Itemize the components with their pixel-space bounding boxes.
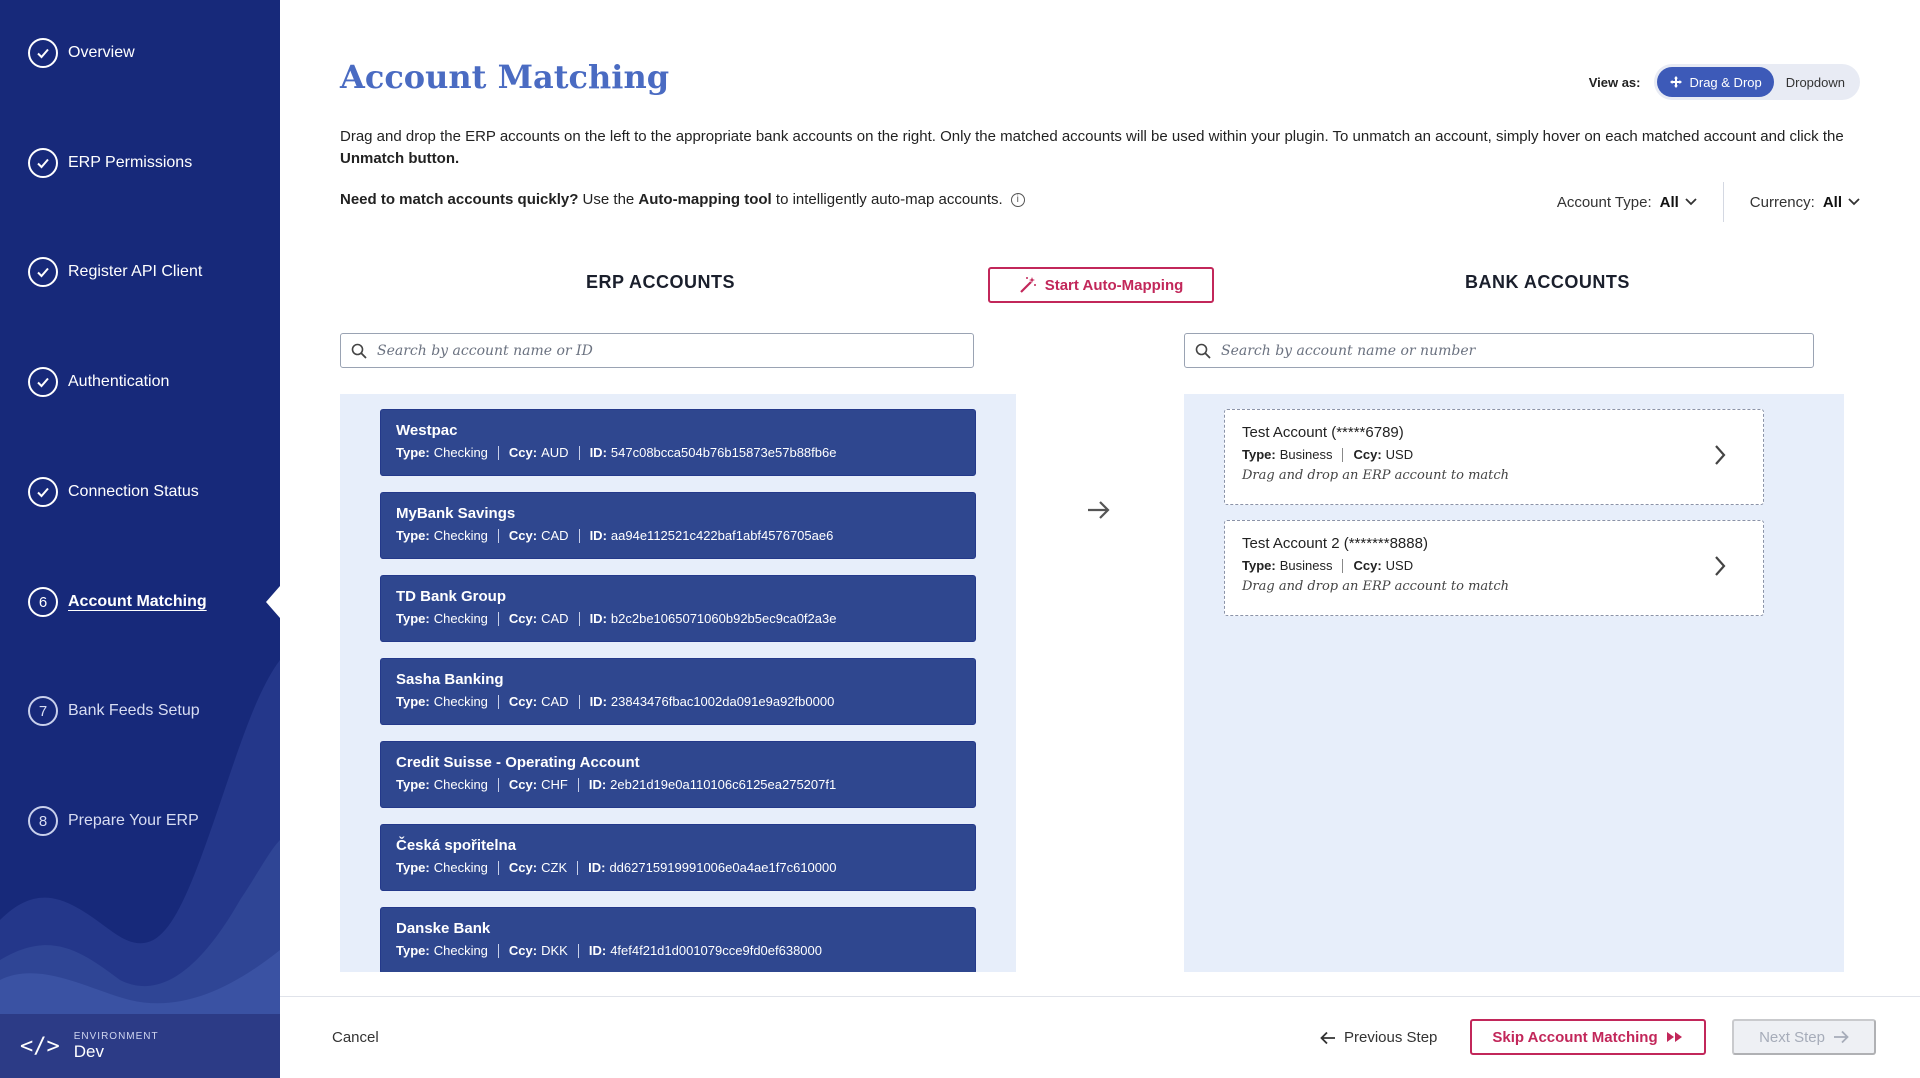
chevron-right-icon[interactable] [1713, 444, 1727, 466]
bank-account-drop-target[interactable]: Test Account 2 (*******8888) Type: Busine… [1224, 520, 1764, 616]
nav-item-erp-permissions[interactable]: ERP Permissions [28, 147, 192, 179]
bank-account-meta: Type: Business Ccy: USD [1242, 558, 1414, 573]
erp-account-card[interactable]: MyBank Savings Type: Checking Ccy: CAD ID:… [380, 492, 976, 559]
drop-hint: Drag and drop an ERP account to match [1242, 468, 1510, 483]
erp-account-meta: Type: Checking Ccy: DKK ID: 4fef4f21d1d0010… [396, 943, 822, 958]
erp-search-input[interactable] [377, 342, 937, 359]
previous-step-button[interactable]: Previous Step [1320, 1029, 1437, 1046]
step-number-badge: 6 [28, 587, 58, 617]
erp-account-name: Sasha Banking [396, 671, 504, 688]
erp-account-card[interactable]: Credit Suisse - Operating Account Type: C… [380, 741, 976, 808]
account-type-filter[interactable]: Account Type: All [1557, 194, 1697, 211]
view-option-dropdown[interactable]: Dropdown [1774, 67, 1857, 97]
nav-item-label: Account Matching [68, 593, 207, 610]
bank-account-name: Test Account 2 (*******8888) [1242, 535, 1428, 552]
erp-account-card[interactable]: Danske Bank Type: Checking Ccy: DKK ID: 4fe… [380, 907, 976, 972]
search-icon [351, 343, 367, 359]
check-circle-icon [28, 148, 58, 178]
arrow-right-icon [1088, 501, 1110, 519]
filter-divider [1722, 182, 1724, 222]
wizard-footer: Cancel Previous Step Skip Account Matchi… [280, 996, 1920, 1078]
nav-item-label: Register API Client [68, 263, 203, 280]
nav-item-label: Bank Feeds Setup [68, 702, 200, 719]
magic-wand-icon [1019, 277, 1036, 293]
erp-account-name: TD Bank Group [396, 588, 507, 605]
erp-account-name: Danske Bank [396, 920, 491, 937]
step-number-badge: 7 [28, 696, 58, 726]
nav-item-bank-feeds-setup[interactable]: 7 Bank Feeds Setup [28, 695, 200, 727]
nav-item-label: Connection Status [68, 483, 199, 500]
erp-account-name: MyBank Savings [396, 505, 516, 522]
filters-bar: Account Type: All Currency: All [1557, 180, 1860, 224]
start-auto-mapping-button[interactable]: Start Auto-Mapping [988, 267, 1214, 303]
drop-hint: Drag and drop an ERP account to match [1242, 579, 1510, 594]
view-as-label: View as: [1588, 74, 1641, 90]
bank-accounts-list: Test Account (*****6789) Type: Business C… [1184, 394, 1844, 972]
environment-indicator: </> ENVIRONMENT Dev [0, 1014, 280, 1078]
nav-item-overview[interactable]: Overview [28, 37, 135, 69]
arrow-right-icon [1833, 1030, 1849, 1044]
nav-item-connection-status[interactable]: Connection Status [28, 476, 199, 508]
page-title: Account Matching [340, 58, 670, 96]
skip-account-matching-button[interactable]: Skip Account Matching [1470, 1019, 1706, 1055]
erp-account-meta: Type: Checking Ccy: AUD ID: 547c08bcca504b7… [396, 445, 837, 460]
erp-accounts-list[interactable]: Westpac Type: Checking Ccy: AUD ID: 547c08b… [340, 394, 1016, 972]
erp-account-meta: Type: Checking Ccy: CHF ID: 2eb21d19e0a1101… [396, 777, 837, 792]
nav-item-prepare-your-erp[interactable]: 8 Prepare Your ERP [28, 805, 199, 837]
bank-account-name: Test Account (*****6789) [1242, 424, 1404, 441]
bank-search-input[interactable] [1221, 342, 1778, 359]
view-as-control: View as: Drag & Drop Dropdown [1589, 64, 1860, 100]
chevron-right-icon[interactable] [1713, 555, 1727, 577]
bank-accounts-heading: BANK ACCOUNTS [1465, 272, 1630, 292]
bank-account-drop-target[interactable]: Test Account (*****6789) Type: Business C… [1224, 409, 1764, 505]
cancel-button[interactable]: Cancel [332, 1029, 379, 1046]
move-icon [1670, 76, 1683, 88]
erp-account-name: Westpac [396, 422, 458, 439]
erp-account-meta: Type: Checking Ccy: CAD ID: b2c2be106507106… [396, 611, 837, 626]
erp-account-card[interactable]: Česká spořitelna Type: Checking Ccy: CZK I… [380, 824, 976, 891]
view-option-drag-drop[interactable]: Drag & Drop [1657, 67, 1774, 97]
check-circle-icon [28, 257, 58, 287]
chevron-down-icon [1848, 198, 1860, 206]
check-circle-icon [28, 367, 58, 397]
main-content: Account Matching View as: Drag & Drop Dr… [280, 0, 1920, 1078]
bank-account-meta: Type: Business Ccy: USD [1242, 447, 1414, 462]
erp-account-meta: Type: Checking Ccy: CAD ID: 23843476fbac100… [396, 694, 835, 709]
next-step-button[interactable]: Next Step [1732, 1019, 1876, 1055]
erp-search [340, 333, 974, 368]
erp-account-name: Česká spořitelna [396, 837, 517, 854]
check-circle-icon [28, 38, 58, 68]
search-icon [1195, 343, 1211, 359]
active-step-pointer [266, 586, 280, 618]
nav-item-label: Overview [68, 44, 135, 61]
nav-item-authentication[interactable]: Authentication [28, 366, 169, 398]
erp-account-meta: Type: Checking Ccy: CZK ID: dd6271591999100… [396, 860, 837, 875]
erp-account-name: Credit Suisse - Operating Account [396, 754, 640, 771]
chevron-down-icon [1685, 198, 1697, 206]
auto-mapping-hint: Need to match accounts quickly? Use the … [340, 191, 1025, 208]
erp-account-meta: Type: Checking Ccy: CAD ID: aa94e112521c422… [396, 528, 834, 543]
instructions-text: Drag and drop the ERP accounts on the le… [340, 128, 1844, 167]
environment-value: Dev [73, 1041, 104, 1061]
nav-item-label: ERP Permissions [68, 154, 193, 171]
step-number-badge: 8 [28, 806, 58, 836]
sidebar: Overview ERP Permissions Register API Cl… [0, 0, 280, 1078]
fast-forward-icon [1666, 1032, 1682, 1042]
erp-account-card[interactable]: Sasha Banking Type: Checking Ccy: CAD ID: 2… [380, 658, 976, 725]
code-icon: </> [20, 1033, 60, 1059]
info-icon[interactable]: i [1010, 192, 1025, 207]
currency-filter[interactable]: Currency: All [1750, 194, 1860, 211]
erp-account-card[interactable]: TD Bank Group Type: Checking Ccy: CAD ID: b… [380, 575, 976, 642]
view-toggle: Drag & Drop Dropdown [1654, 64, 1860, 100]
nav-item-label: Authentication [68, 373, 170, 390]
nav-item-account-matching[interactable]: 6 Account Matching [28, 586, 207, 618]
nav-item-label: Prepare Your ERP [68, 812, 199, 829]
arrow-left-icon [1320, 1031, 1335, 1044]
environment-label: ENVIRONMENT [73, 1030, 159, 1042]
bank-search [1184, 333, 1814, 368]
erp-accounts-heading: ERP ACCOUNTS [586, 272, 736, 292]
check-circle-icon [28, 477, 58, 507]
nav-item-register-api-client[interactable]: Register API Client [28, 256, 202, 288]
erp-account-card[interactable]: Westpac Type: Checking Ccy: AUD ID: 547c08b… [380, 409, 976, 476]
